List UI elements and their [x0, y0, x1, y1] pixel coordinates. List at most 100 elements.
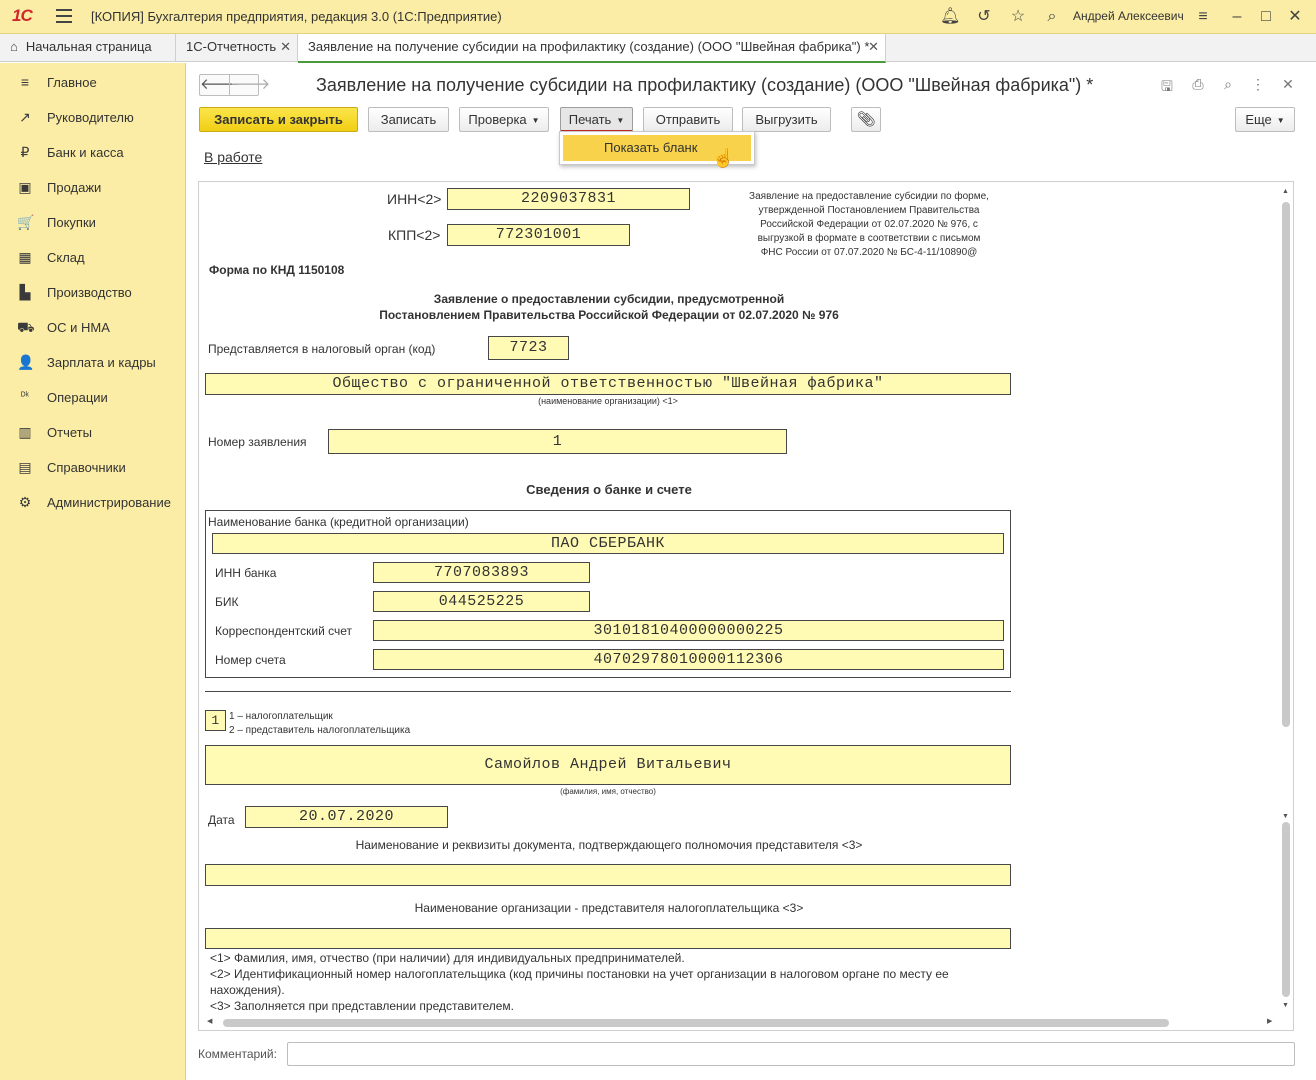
scroll-thumb[interactable]	[223, 1019, 1169, 1027]
header-note-line: Российской Федерации от 02.07.2020 № 976…	[760, 219, 978, 230]
app-title: [КОПИЯ] Бухгалтерия предприятия, редакци…	[91, 9, 502, 24]
person-icon: 👤	[17, 354, 35, 370]
attachment-icon[interactable]: 📎︎	[851, 107, 881, 132]
app-number-field[interactable]: 1	[328, 429, 787, 454]
scroll-left-icon[interactable]: ◀	[207, 1017, 212, 1025]
gear-icon: ⚙	[18, 494, 32, 510]
inn-field[interactable]: 2209037831	[447, 188, 690, 210]
status-link[interactable]: В работе	[204, 149, 262, 165]
close-icon[interactable]: ✕	[1285, 7, 1305, 27]
tab-label: Начальная страница	[25, 39, 152, 54]
kpp-field[interactable]: 772301001	[447, 224, 630, 246]
more-button[interactable]: Еще ▼	[1235, 107, 1295, 132]
close-form-icon[interactable]: ✕	[1279, 76, 1297, 94]
sidebar-item-label: Производство	[47, 285, 132, 300]
print-label: Печать	[568, 112, 612, 127]
sidebar-item-admin[interactable]: ⚙ Администрирование	[0, 487, 186, 517]
scroll-down-icon[interactable]: ▼	[1282, 813, 1289, 820]
sidebar-item-bank[interactable]: ₽ Банк и касса	[0, 137, 186, 167]
send-button[interactable]: Отправить	[643, 107, 733, 132]
trend-icon: ↗	[19, 109, 31, 125]
cart-icon: 🛒	[17, 214, 35, 230]
tax-office-field[interactable]: 7723	[488, 336, 569, 360]
scroll-thumb[interactable]	[1282, 202, 1290, 727]
header-note-line: утвержденной Постановлением Правительств…	[758, 205, 980, 216]
sidebar-item-label: ОС и НМА	[47, 320, 110, 335]
signer-code-field[interactable]: 1	[205, 710, 226, 731]
sidebar-item-manager[interactable]: ↗ Руководителю	[0, 102, 186, 132]
signer-name-caption: (фамилия, имя, отчество)	[560, 787, 656, 796]
org-name-caption: (наименование организации) <1>	[538, 396, 678, 406]
sidebar-item-sales[interactable]: ▣ Продажи	[0, 172, 186, 202]
close-tab-icon[interactable]: ✕	[280, 34, 291, 60]
main-menu-icon[interactable]	[56, 9, 72, 23]
org-name-field[interactable]: Общество с ограниченной ответственностью…	[205, 373, 1011, 395]
divider	[205, 691, 1011, 692]
vertical-scrollbar[interactable]: ▲ ▼ ▼	[1279, 182, 1293, 1018]
header-note: Заявление на предоставление субсидии по …	[719, 190, 1019, 260]
scroll-up-icon[interactable]: ▲	[1282, 188, 1289, 195]
knd-label: Форма по КНД 1150108	[209, 263, 345, 277]
comment-label: Комментарий:	[198, 1047, 277, 1061]
check-button[interactable]: Проверка ▼	[459, 107, 549, 132]
search-icon[interactable]: ⌕	[1042, 7, 1062, 27]
sidebar-item-assets[interactable]: ⛟ ОС и НМА	[0, 312, 186, 342]
back-arrow-icon[interactable]: 🡐	[200, 76, 240, 94]
sidebar-item-salary[interactable]: 👤 Зарплата и кадры	[0, 347, 186, 377]
save-disk-icon[interactable]: 🖫	[1158, 76, 1176, 94]
print-button[interactable]: Печать ▼	[560, 107, 633, 132]
preview-icon[interactable]: ⌕	[1219, 76, 1237, 94]
more-vert-icon[interactable]: ⋮	[1249, 76, 1267, 94]
tabs-bar: ⌂ Начальная страница 1С-Отчетность ✕ Заяв…	[0, 34, 1316, 63]
user-name[interactable]: Андрей Алексеевич	[1073, 9, 1184, 23]
menu-icon: ≡	[20, 74, 30, 90]
star-icon[interactable]: ☆	[1008, 7, 1028, 27]
sidebar-item-production[interactable]: ▙ Производство	[0, 277, 186, 307]
bank-inn-field[interactable]: 7707083893	[373, 562, 590, 583]
bik-field[interactable]: 044525225	[373, 591, 590, 612]
chevron-down-icon: ▼	[531, 116, 540, 126]
maximize-icon[interactable]: □	[1256, 7, 1276, 27]
bell-icon[interactable]: 🔔︎	[940, 7, 960, 27]
bank-name-field[interactable]: ПАО СБЕРБАНК	[212, 533, 1004, 554]
tab-label: 1С-Отчетность	[186, 39, 277, 54]
sidebar-item-label: Администрирование	[47, 495, 171, 510]
tab-home[interactable]: ⌂ Начальная страница	[0, 34, 176, 62]
export-button[interactable]: Выгрузить	[742, 107, 831, 132]
close-tab-icon[interactable]: ✕	[868, 34, 879, 60]
scroll-down-icon[interactable]: ▼	[1282, 1002, 1289, 1009]
print-dropdown: Показать бланк ☝	[559, 131, 755, 168]
tax-office-label: Представляется в налоговый орган (код)	[208, 342, 436, 356]
corr-account-field[interactable]: 30101810400000000225	[373, 620, 1004, 641]
document-form: 🡐 🡒 Заявление на получение субсидии на п…	[187, 63, 1316, 1080]
minimize-icon[interactable]: –	[1227, 7, 1247, 27]
sidebar-item-operations[interactable]: ᴰᵏ Операции	[0, 382, 186, 412]
save-button[interactable]: Записать	[368, 107, 449, 132]
sidebar-item-reports[interactable]: ▥ Отчеты	[0, 417, 186, 447]
tab-document[interactable]: Заявление на получение субсидии на профи…	[298, 34, 886, 63]
print-icon[interactable]: ⎙	[1189, 76, 1207, 94]
app-number-label: Номер заявления	[208, 435, 307, 449]
signer-name-field[interactable]: Самойлов Андрей Витальевич	[205, 745, 1011, 785]
scroll-right-icon[interactable]: ▶	[1267, 1017, 1272, 1025]
sidebar-item-references[interactable]: ▤ Справочники	[0, 452, 186, 482]
chevron-down-icon: ▼	[616, 116, 625, 126]
account-field[interactable]: 40702978010000112306	[373, 649, 1004, 670]
sidebar-item-purchases[interactable]: 🛒 Покупки	[0, 207, 186, 237]
tab-reporting[interactable]: 1С-Отчетность ✕	[176, 34, 298, 62]
horizontal-scrollbar[interactable]: ◀ ▶	[199, 1016, 1281, 1030]
date-field[interactable]: 20.07.2020	[245, 806, 448, 828]
chevron-down-icon: ▼	[1276, 116, 1285, 126]
rep-org-field[interactable]	[205, 928, 1011, 949]
sidebar-item-warehouse[interactable]: ▦ Склад	[0, 242, 186, 272]
scroll-thumb[interactable]	[1282, 822, 1290, 997]
window-menu-icon[interactable]: ≡	[1193, 7, 1213, 27]
comment-input[interactable]	[287, 1042, 1295, 1066]
save-and-close-button[interactable]: Записать и закрыть	[199, 107, 358, 132]
rep-doc-field[interactable]	[205, 864, 1011, 886]
ruble-icon: ₽	[20, 144, 30, 160]
sidebar-item-main[interactable]: ≡ Главное	[0, 67, 186, 97]
sidebar-item-label: Покупки	[47, 215, 96, 230]
history-icon[interactable]: ↺	[974, 7, 994, 27]
forward-arrow-icon[interactable]: 🡒	[230, 76, 270, 94]
